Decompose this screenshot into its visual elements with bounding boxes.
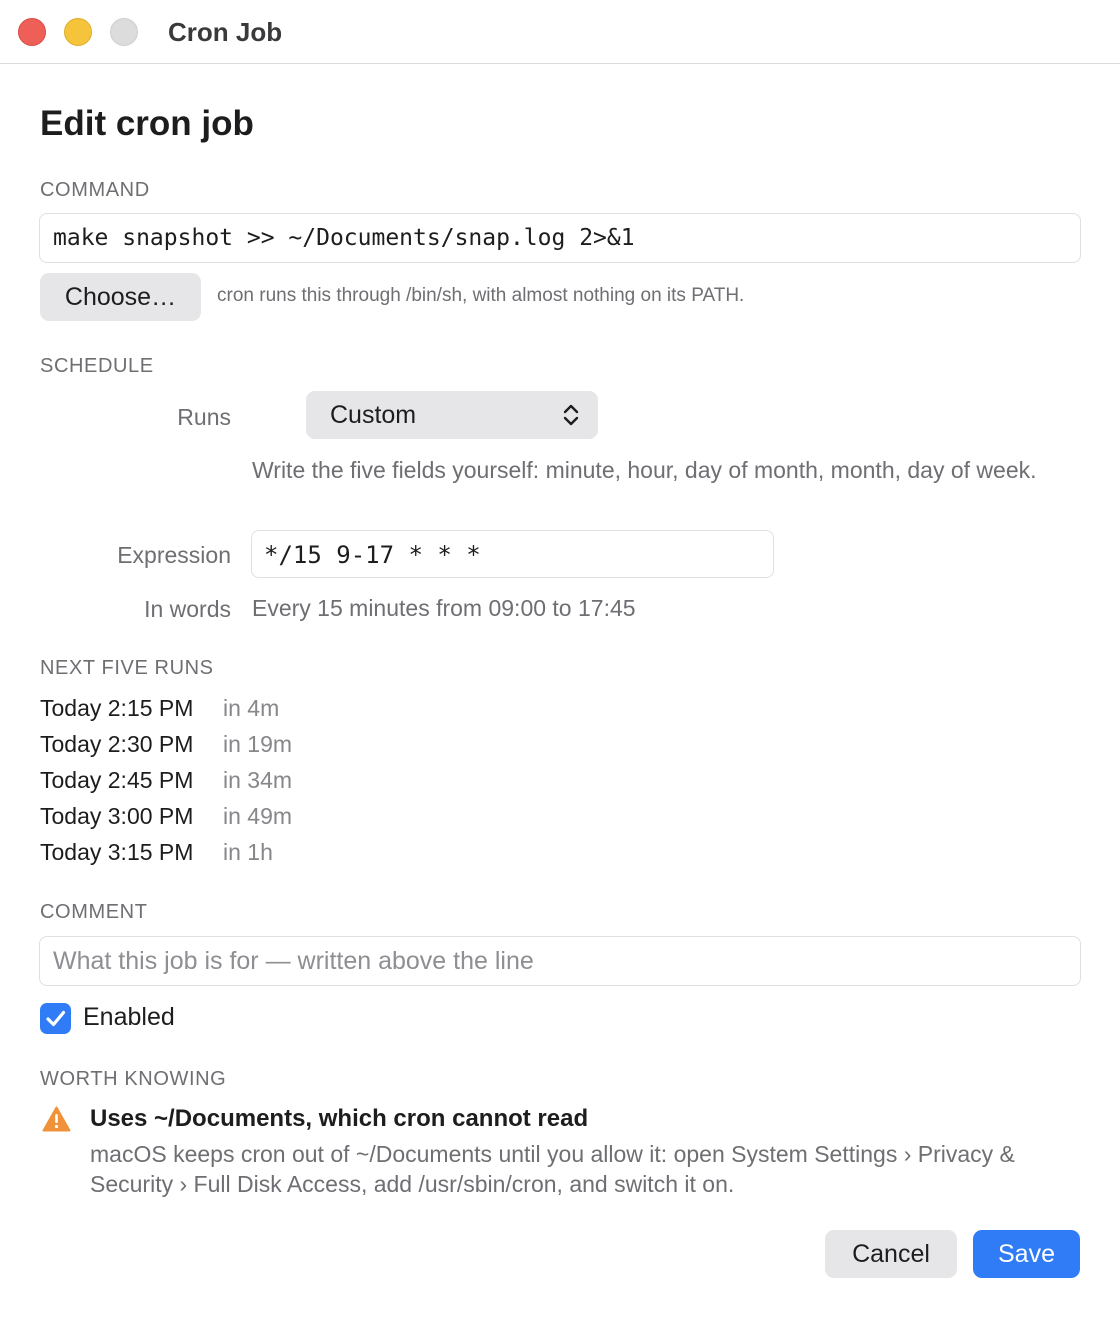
- next-run-item: Today 2:30 PM in 19m: [40, 731, 292, 758]
- expression-value: */15 9-17 * * *: [264, 541, 481, 569]
- next-run-time: Today 2:30 PM: [40, 731, 194, 757]
- runs-label: Runs: [177, 404, 231, 430]
- command-hint: cron runs this through /bin/sh, with alm…: [217, 285, 745, 306]
- next-runs-section-label: NEXT FIVE RUNS: [40, 657, 214, 679]
- expression-field[interactable]: */15 9-17 * * *: [251, 530, 774, 578]
- warning-body: macOS keeps cron out of ~/Documents unti…: [90, 1141, 1015, 1197]
- window-title: Cron Job: [168, 17, 283, 47]
- choose-button[interactable]: Choose…: [40, 273, 201, 321]
- page-title: Edit cron job: [40, 104, 254, 143]
- close-window-button[interactable]: [18, 18, 46, 46]
- in-words-value: Every 15 minutes from 09:00 to 17:45: [252, 595, 636, 621]
- next-run-time: Today 3:00 PM: [40, 803, 194, 829]
- next-run-item: Today 3:15 PM in 1h: [40, 839, 273, 866]
- title-bar: Cron Job: [0, 0, 1120, 64]
- next-run-relative: in 34m: [223, 767, 293, 793]
- worth-knowing-section-label: WORTH KNOWING: [40, 1068, 227, 1090]
- command-value: make snapshot >> ~/Documents/snap.log 2>…: [53, 225, 635, 251]
- next-run-item: Today 2:15 PM in 4m: [40, 695, 279, 722]
- chevron-up-down-icon: [563, 404, 579, 426]
- next-run-time: Today 2:15 PM: [40, 695, 194, 721]
- next-run-relative: in 49m: [223, 803, 293, 829]
- next-run-time: Today 3:15 PM: [40, 839, 194, 865]
- next-run-item: Today 2:45 PM in 34m: [40, 767, 292, 794]
- zoom-window-button[interactable]: [110, 18, 138, 46]
- next-run-time: Today 2:45 PM: [40, 767, 194, 793]
- runs-popup-value: Custom: [330, 401, 417, 429]
- schedule-section-label: SCHEDULE: [40, 355, 154, 377]
- in-words-label: In words: [144, 596, 231, 622]
- cancel-button[interactable]: Cancel: [825, 1230, 957, 1278]
- comment-input[interactable]: [40, 937, 1080, 985]
- comment-section-label: COMMENT: [40, 901, 148, 923]
- minimize-window-button[interactable]: [64, 18, 92, 46]
- enabled-checkbox[interactable]: [40, 1003, 71, 1034]
- next-run-item: Today 3:00 PM in 49m: [40, 803, 292, 830]
- warning-title: Uses ~/Documents, which cron cannot read: [90, 1105, 589, 1132]
- warning-icon: [42, 1106, 71, 1132]
- checkmark-icon: [46, 1010, 66, 1027]
- command-section-label: COMMAND: [40, 179, 150, 201]
- comment-field[interactable]: [39, 936, 1081, 986]
- runs-popup-button[interactable]: Custom: [306, 391, 598, 439]
- save-button[interactable]: Save: [973, 1230, 1080, 1278]
- expression-label: Expression: [117, 542, 231, 568]
- next-run-relative: in 19m: [223, 731, 293, 757]
- next-run-relative: in 4m: [223, 695, 280, 721]
- schedule-description: Write the five fields yourself: minute, …: [252, 457, 1037, 483]
- command-field[interactable]: make snapshot >> ~/Documents/snap.log 2>…: [39, 213, 1081, 263]
- enabled-label[interactable]: Enabled: [83, 1003, 175, 1032]
- next-run-relative: in 1h: [223, 839, 273, 865]
